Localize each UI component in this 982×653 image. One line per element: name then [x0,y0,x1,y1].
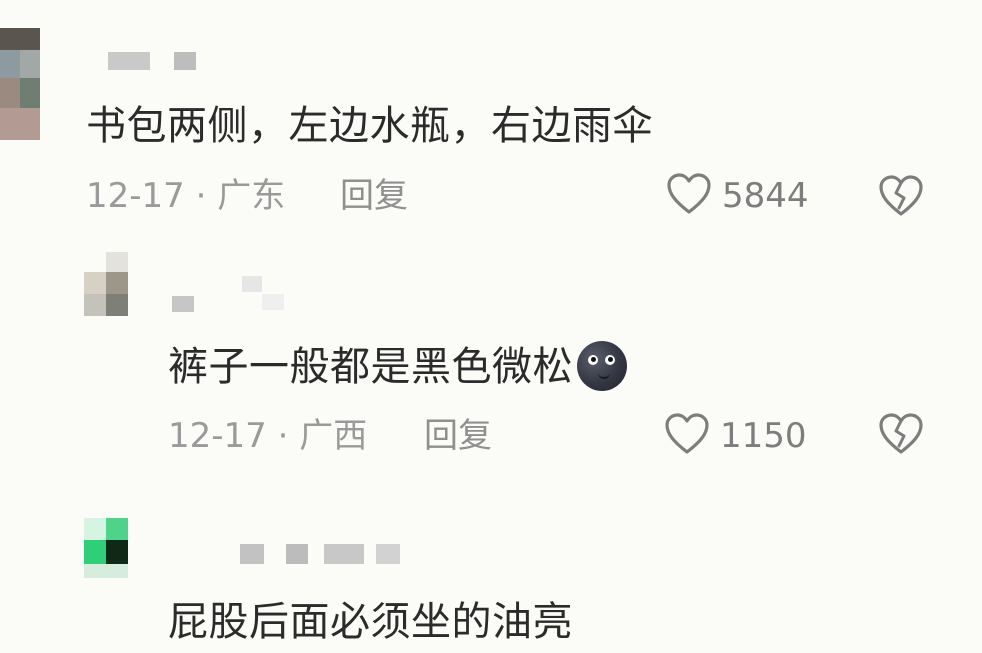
avatar[interactable] [0,28,40,140]
comment-thread: 书包两侧，左边水瓶，右边雨伞 12-17 · 广东 回复 5844 裤子一般都是… [0,0,982,653]
username-blurred[interactable] [172,272,292,312]
dislike-button[interactable] [878,412,924,460]
comment-date-location: 12-17 · 广西 [168,416,368,456]
comment-text: 书包两侧，左边水瓶，右边雨伞 [86,103,653,149]
avatar[interactable] [84,252,128,316]
username-blurred[interactable] [240,542,410,566]
comment-text: 屁股后面必须坐的油亮 [168,599,573,645]
broken-heart-icon [879,175,923,216]
heart-outline-icon [666,172,712,220]
like-count: 1150 [720,416,807,456]
like-button[interactable]: 5844 [666,172,809,220]
comment-text: 裤子一般都是黑色微松 [168,341,627,394]
reply-button[interactable]: 回复 [424,416,492,456]
like-button[interactable]: 1150 [664,412,807,460]
comment-date-location: 12-17 · 广东 [86,176,286,216]
comment-text-content: 裤子一般都是黑色微松 [168,344,573,390]
like-count: 5844 [722,176,809,216]
username-blurred[interactable] [108,52,198,72]
dislike-button[interactable] [878,174,924,222]
heart-outline-icon [664,412,710,460]
new-moon-face-emoji-icon [577,341,627,391]
avatar[interactable] [84,518,128,578]
broken-heart-icon [879,413,923,454]
reply-button[interactable]: 回复 [340,176,408,216]
